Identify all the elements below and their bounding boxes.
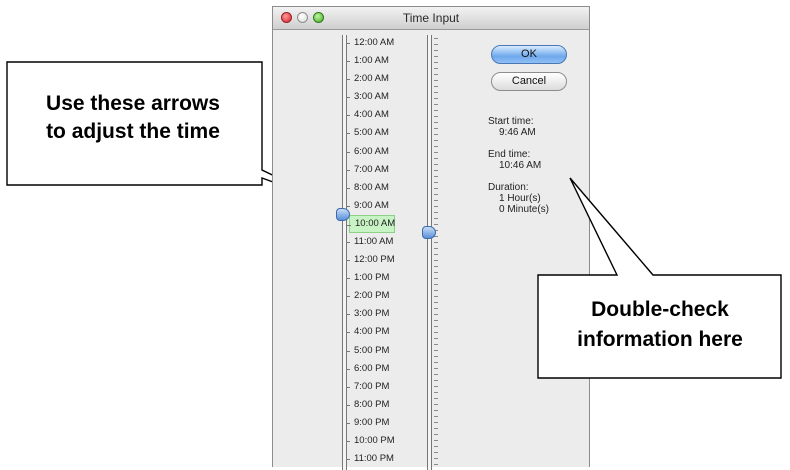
time-label: 2:00 AM (346, 70, 409, 88)
right-callout-line2: information here (577, 328, 743, 351)
time-label: 5:00 AM (346, 124, 409, 142)
start-time-info: Start time: 9:46 AM (488, 116, 536, 138)
time-label: 11:00 AM (346, 233, 409, 251)
ok-button[interactable]: OK (491, 45, 567, 64)
cancel-button[interactable]: Cancel (491, 72, 567, 91)
time-label: 8:00 AM (346, 179, 409, 197)
selected-time-label: 10:00 AM (347, 214, 395, 233)
end-time-slider-track[interactable] (427, 35, 432, 470)
minute-ticks (434, 38, 438, 468)
time-label: 1:00 AM (346, 52, 409, 70)
time-label: 7:00 AM (346, 161, 409, 179)
time-label: 12:00 AM (346, 34, 409, 52)
time-label: 2:00 PM (346, 287, 409, 305)
time-label: 3:00 AM (346, 88, 409, 106)
time-label: 4:00 AM (346, 106, 409, 124)
start-time-slider-arrow[interactable] (336, 208, 350, 221)
time-label: 3:00 PM (346, 305, 409, 323)
time-label: 12:00 PM (346, 251, 409, 269)
right-callout-line1: Double-check (591, 298, 729, 321)
time-label: 11:00 PM (346, 450, 409, 468)
right-callout-text: Double-check information here (540, 295, 780, 355)
time-label: 6:00 AM (346, 143, 409, 161)
start-time-label: Start time: (488, 116, 534, 127)
title-bar[interactable]: Time Input (273, 7, 589, 30)
window-title: Time Input (402, 11, 460, 25)
time-label: 10:00 PM (346, 432, 409, 450)
end-time-slider-arrow[interactable] (422, 226, 436, 239)
left-callout-line2: to adjust the time (46, 120, 220, 143)
time-label: 8:00 PM (346, 396, 409, 414)
time-label: 7:00 PM (346, 378, 409, 396)
time-label: 6:00 PM (346, 360, 409, 378)
time-label: 5:00 PM (346, 342, 409, 360)
time-label: 4:00 PM (346, 323, 409, 341)
left-callout-line1: Use these arrows (46, 92, 220, 115)
end-time-info: End time: 10:46 AM (488, 149, 541, 171)
time-label: 9:00 AM (346, 197, 409, 215)
time-label: 9:00 PM (346, 414, 409, 432)
start-time-value: 9:46 AM (499, 127, 536, 138)
time-label: 1:00 PM (346, 269, 409, 287)
left-callout-text: Use these arrows to adjust the time (8, 90, 258, 146)
end-time-label: End time: (488, 149, 531, 160)
time-labels: 12:00 AM 1:00 AM 2:00 AM 3:00 AM 4:00 AM… (346, 34, 409, 468)
